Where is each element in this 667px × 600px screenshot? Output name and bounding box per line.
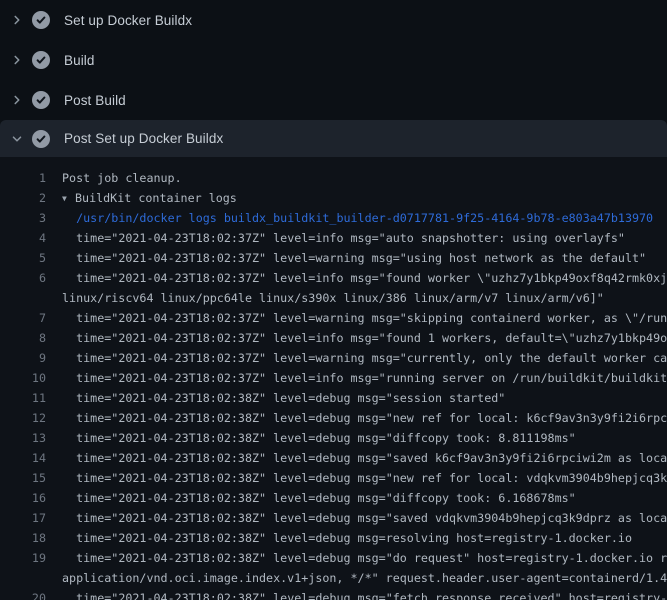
log-line: 4 time="2021-04-23T18:02:37Z" level=info…	[0, 228, 667, 248]
log-line: 2 ▼BuildKit container logs	[0, 188, 667, 208]
log-line-text: time="2021-04-23T18:02:38Z" level=debug …	[62, 588, 667, 600]
log-line-text: application/vnd.oci.image.index.v1+json,…	[62, 568, 667, 588]
log-line-number[interactable]	[0, 288, 46, 308]
log-line-number[interactable]	[0, 568, 46, 588]
log-line-number[interactable]: 12	[0, 408, 46, 428]
step-label: Build	[64, 53, 95, 68]
log-line-text: time="2021-04-23T18:02:37Z" level=info m…	[62, 268, 667, 288]
log-line-number[interactable]: 15	[0, 468, 46, 488]
chevron-right-icon	[10, 12, 24, 28]
log-line-number[interactable]: 8	[0, 328, 46, 348]
log-line-number[interactable]: 19	[0, 548, 46, 568]
log-line-text: time="2021-04-23T18:02:38Z" level=debug …	[62, 548, 667, 568]
log-line-text: ▼BuildKit container logs	[62, 188, 237, 208]
log-line-text: time="2021-04-23T18:02:38Z" level=debug …	[62, 448, 667, 468]
log-line-text: time="2021-04-23T18:02:38Z" level=debug …	[62, 508, 667, 528]
log-line-number[interactable]: 7	[0, 308, 46, 328]
log-line-wrap: linux/riscv64 linux/ppc64le linux/s390x …	[0, 288, 667, 308]
log-line: 11 time="2021-04-23T18:02:38Z" level=deb…	[0, 388, 667, 408]
log-panel: 1 Post job cleanup. 2 ▼BuildKit containe…	[0, 157, 667, 600]
log-line-text: time="2021-04-23T18:02:38Z" level=debug …	[62, 388, 505, 408]
log-line-number[interactable]: 9	[0, 348, 46, 368]
log-line: 1 Post job cleanup.	[0, 168, 667, 188]
log-line: 10 time="2021-04-23T18:02:37Z" level=inf…	[0, 368, 667, 388]
log-line: 5 time="2021-04-23T18:02:37Z" level=warn…	[0, 248, 667, 268]
log-line-text: Post job cleanup.	[62, 168, 182, 188]
log-line-number[interactable]: 6	[0, 268, 46, 288]
log-line-text: time="2021-04-23T18:02:38Z" level=debug …	[62, 488, 576, 508]
log-line-text: linux/riscv64 linux/ppc64le linux/s390x …	[62, 288, 604, 308]
log-line: 6 time="2021-04-23T18:02:37Z" level=info…	[0, 268, 667, 288]
log-line-number[interactable]: 13	[0, 428, 46, 448]
log-line-number[interactable]: 20	[0, 588, 46, 600]
step-row-build[interactable]: Build	[0, 40, 667, 80]
log-line-text: time="2021-04-23T18:02:37Z" level=info m…	[62, 328, 667, 348]
log-line-text: time="2021-04-23T18:02:37Z" level=warnin…	[62, 348, 667, 368]
log-line: 3 /usr/bin/docker logs buildx_buildkit_b…	[0, 208, 667, 228]
log-line-number[interactable]: 10	[0, 368, 46, 388]
log-line-number[interactable]: 17	[0, 508, 46, 528]
log-line: 8 time="2021-04-23T18:02:37Z" level=info…	[0, 328, 667, 348]
log-line-text: time="2021-04-23T18:02:38Z" level=debug …	[62, 528, 632, 548]
log-line: 17 time="2021-04-23T18:02:38Z" level=deb…	[0, 508, 667, 528]
step-label: Post Set up Docker Buildx	[64, 131, 223, 146]
log-line: 14 time="2021-04-23T18:02:38Z" level=deb…	[0, 448, 667, 468]
log-line-text: time="2021-04-23T18:02:37Z" level=warnin…	[62, 248, 646, 268]
log-line-text: time="2021-04-23T18:02:38Z" level=debug …	[62, 468, 667, 488]
log-line-text: time="2021-04-23T18:02:37Z" level=info m…	[62, 368, 667, 388]
log-line-number[interactable]: 14	[0, 448, 46, 468]
check-circle-icon	[32, 130, 50, 148]
log-line-wrap: application/vnd.oci.image.index.v1+json,…	[0, 568, 667, 588]
steps-list: Set up Docker Buildx Build Post Build Po…	[0, 0, 667, 157]
log-line: 19 time="2021-04-23T18:02:38Z" level=deb…	[0, 548, 667, 568]
check-circle-icon	[32, 51, 50, 69]
log-line: 13 time="2021-04-23T18:02:38Z" level=deb…	[0, 428, 667, 448]
log-line-number[interactable]: 2	[0, 188, 46, 208]
log-line-number[interactable]: 5	[0, 248, 46, 268]
check-circle-icon	[32, 91, 50, 109]
log-line: 16 time="2021-04-23T18:02:38Z" level=deb…	[0, 488, 667, 508]
actions-log-viewer: Set up Docker Buildx Build Post Build Po…	[0, 0, 667, 600]
log-line-text: time="2021-04-23T18:02:37Z" level=warnin…	[62, 308, 667, 328]
log-line: 20 time="2021-04-23T18:02:38Z" level=deb…	[0, 588, 667, 600]
log-line-text: /usr/bin/docker logs buildx_buildkit_bui…	[62, 208, 653, 228]
check-circle-icon	[32, 11, 50, 29]
step-row-post-set-up-docker-buildx[interactable]: Post Set up Docker Buildx	[0, 120, 667, 157]
chevron-down-icon	[10, 131, 24, 147]
log-group-toggle-icon[interactable]: ▼	[62, 189, 75, 209]
log-line-text: time="2021-04-23T18:02:37Z" level=info m…	[62, 228, 625, 248]
log-line-text: time="2021-04-23T18:02:38Z" level=debug …	[62, 408, 667, 428]
log-line: 15 time="2021-04-23T18:02:38Z" level=deb…	[0, 468, 667, 488]
step-row-set-up-docker-buildx[interactable]: Set up Docker Buildx	[0, 0, 667, 40]
log-line-number[interactable]: 18	[0, 528, 46, 548]
log-line-number[interactable]: 11	[0, 388, 46, 408]
log-line-number[interactable]: 3	[0, 208, 46, 228]
log-line-number[interactable]: 1	[0, 168, 46, 188]
chevron-right-icon	[10, 52, 24, 68]
log-line: 7 time="2021-04-23T18:02:37Z" level=warn…	[0, 308, 667, 328]
step-label: Set up Docker Buildx	[64, 13, 192, 28]
log-line: 12 time="2021-04-23T18:02:38Z" level=deb…	[0, 408, 667, 428]
log-line-text: time="2021-04-23T18:02:38Z" level=debug …	[62, 428, 576, 448]
chevron-right-icon	[10, 92, 24, 108]
log-group-title: BuildKit container logs	[75, 191, 237, 205]
log-line-number[interactable]: 4	[0, 228, 46, 248]
step-label: Post Build	[64, 93, 126, 108]
log-line-number[interactable]: 16	[0, 488, 46, 508]
step-row-post-build[interactable]: Post Build	[0, 80, 667, 120]
log-line: 9 time="2021-04-23T18:02:37Z" level=warn…	[0, 348, 667, 368]
log-line: 18 time="2021-04-23T18:02:38Z" level=deb…	[0, 528, 667, 548]
